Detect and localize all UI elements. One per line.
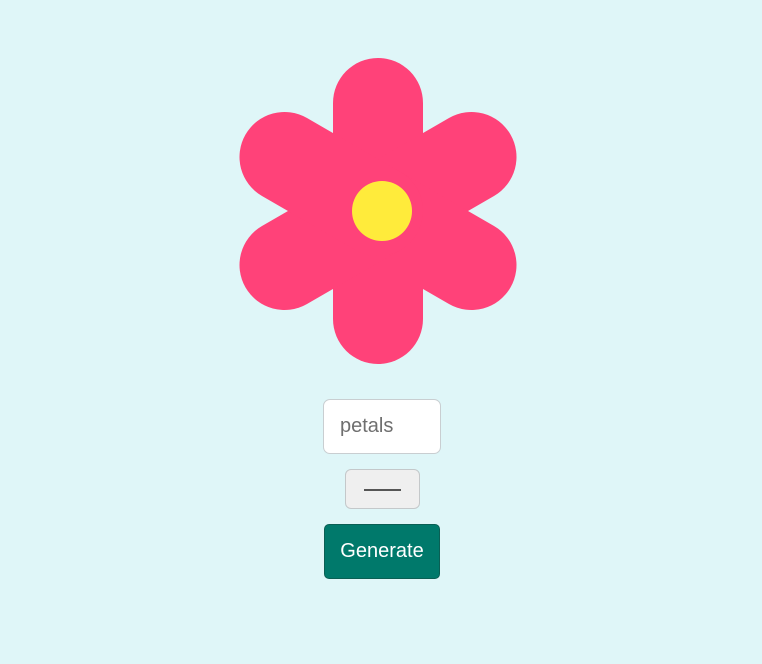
petals-input[interactable]: [323, 399, 441, 454]
page: Generate: [0, 0, 762, 664]
horizontal-line-icon: [364, 489, 401, 491]
generate-button[interactable]: Generate: [324, 524, 440, 579]
flower-center: [352, 181, 412, 241]
separator-button[interactable]: [345, 469, 420, 509]
flower-graphic: [239, 58, 517, 364]
